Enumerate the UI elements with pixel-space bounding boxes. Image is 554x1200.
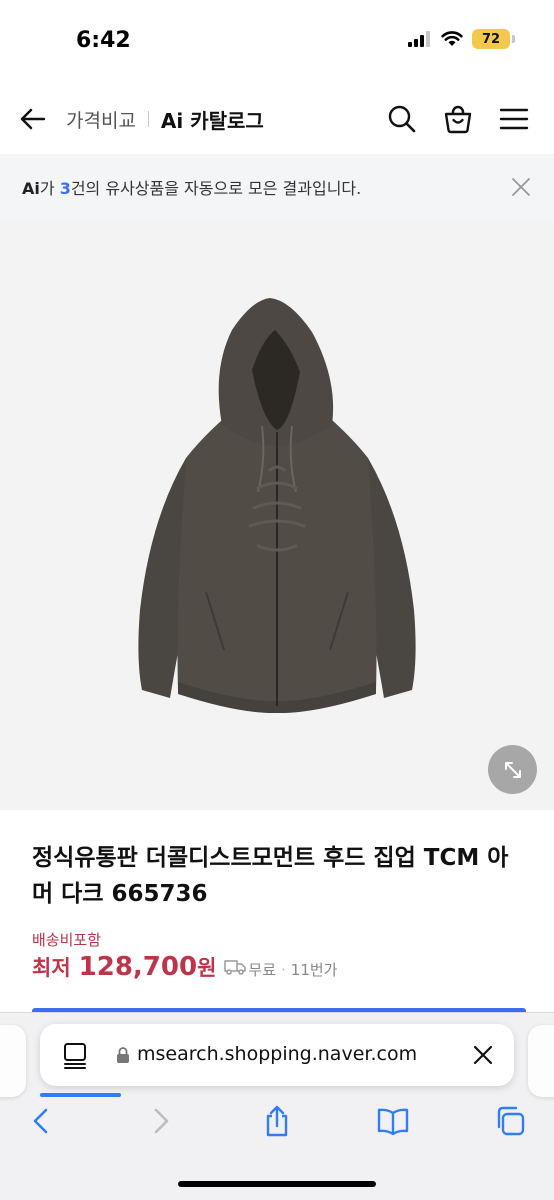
- breadcrumb-divider: [147, 111, 149, 127]
- breadcrumb-price-compare[interactable]: 가격비교: [66, 106, 136, 133]
- expand-arrows-icon: [504, 761, 521, 778]
- home-indicator: [178, 1181, 376, 1187]
- price-row: 최저 128,700 원 무료 · 11번가: [32, 952, 337, 982]
- forward-chevron-icon[interactable]: [144, 1105, 176, 1137]
- ai-banner-message: Ai가 3건의 유사상품을 자동으로 모은 결과입니다.: [22, 175, 361, 199]
- price-unit: 원: [197, 956, 217, 980]
- banner-text-before: 가: [39, 179, 60, 198]
- expand-image-button[interactable]: [488, 745, 537, 794]
- close-icon[interactable]: [510, 176, 532, 198]
- menu-icon[interactable]: [498, 103, 530, 135]
- price-value: 128,700: [78, 952, 198, 982]
- previous-tab-peek[interactable]: [0, 1025, 26, 1097]
- status-bar: 6:42 72: [0, 0, 554, 84]
- truck-icon: [224, 960, 247, 975]
- breadcrumb-ai-catalog: Ai 카탈로그: [160, 108, 264, 133]
- product-image[interactable]: [0, 220, 554, 810]
- search-icon[interactable]: [386, 103, 418, 135]
- breadcrumb: 가격비교 Ai 카탈로그: [66, 104, 264, 134]
- lock-icon: [117, 1047, 129, 1063]
- bookmarks-icon[interactable]: [377, 1105, 409, 1137]
- back-arrow-icon[interactable]: [18, 104, 48, 134]
- cart-bag-icon[interactable]: [442, 103, 474, 135]
- stop-loading-icon[interactable]: [472, 1044, 494, 1066]
- tabs-icon[interactable]: [494, 1105, 526, 1137]
- back-chevron-icon[interactable]: [26, 1105, 58, 1137]
- reader-mode-icon[interactable]: [62, 1042, 88, 1070]
- ai-banner: Ai가 3건의 유사상품을 자동으로 모은 결과입니다.: [0, 154, 554, 220]
- similar-count: 3: [59, 179, 71, 198]
- banner-text-after: 건의 유사상품을 자동으로 모은 결과입니다.: [70, 179, 362, 198]
- app-header: 가격비교 Ai 카탈로그: [0, 84, 554, 154]
- page-load-progress: [40, 1093, 121, 1097]
- share-icon[interactable]: [261, 1105, 293, 1137]
- hoodie-image: [138, 298, 416, 714]
- url-text[interactable]: msearch.shopping.naver.com: [137, 1043, 417, 1065]
- shipping-included-label: 배송비포함: [32, 931, 102, 949]
- dot-separator: ·: [281, 961, 286, 979]
- product-title: 정식유통판 더콜디스트모먼트 후드 집업 TCM 아머 다크 665736: [32, 845, 509, 907]
- battery-tip: [512, 35, 515, 43]
- next-tab-peek[interactable]: [528, 1025, 554, 1097]
- status-icons: 72: [408, 29, 515, 49]
- address-bar[interactable]: msearch.shopping.naver.com: [40, 1024, 514, 1086]
- seller-name: 11번가: [290, 961, 338, 979]
- wifi-icon: [441, 31, 463, 46]
- signal-icon: [408, 31, 430, 47]
- delivery-fee: 무료: [248, 961, 276, 979]
- browser-toolbar: msearch.shopping.naver.com: [0, 1012, 554, 1200]
- battery-level: 72: [481, 31, 501, 47]
- status-time: 6:42: [76, 28, 131, 53]
- ai-label: Ai: [22, 179, 40, 198]
- battery-icon: 72: [472, 29, 515, 49]
- lowest-price-label: 최저: [32, 956, 71, 980]
